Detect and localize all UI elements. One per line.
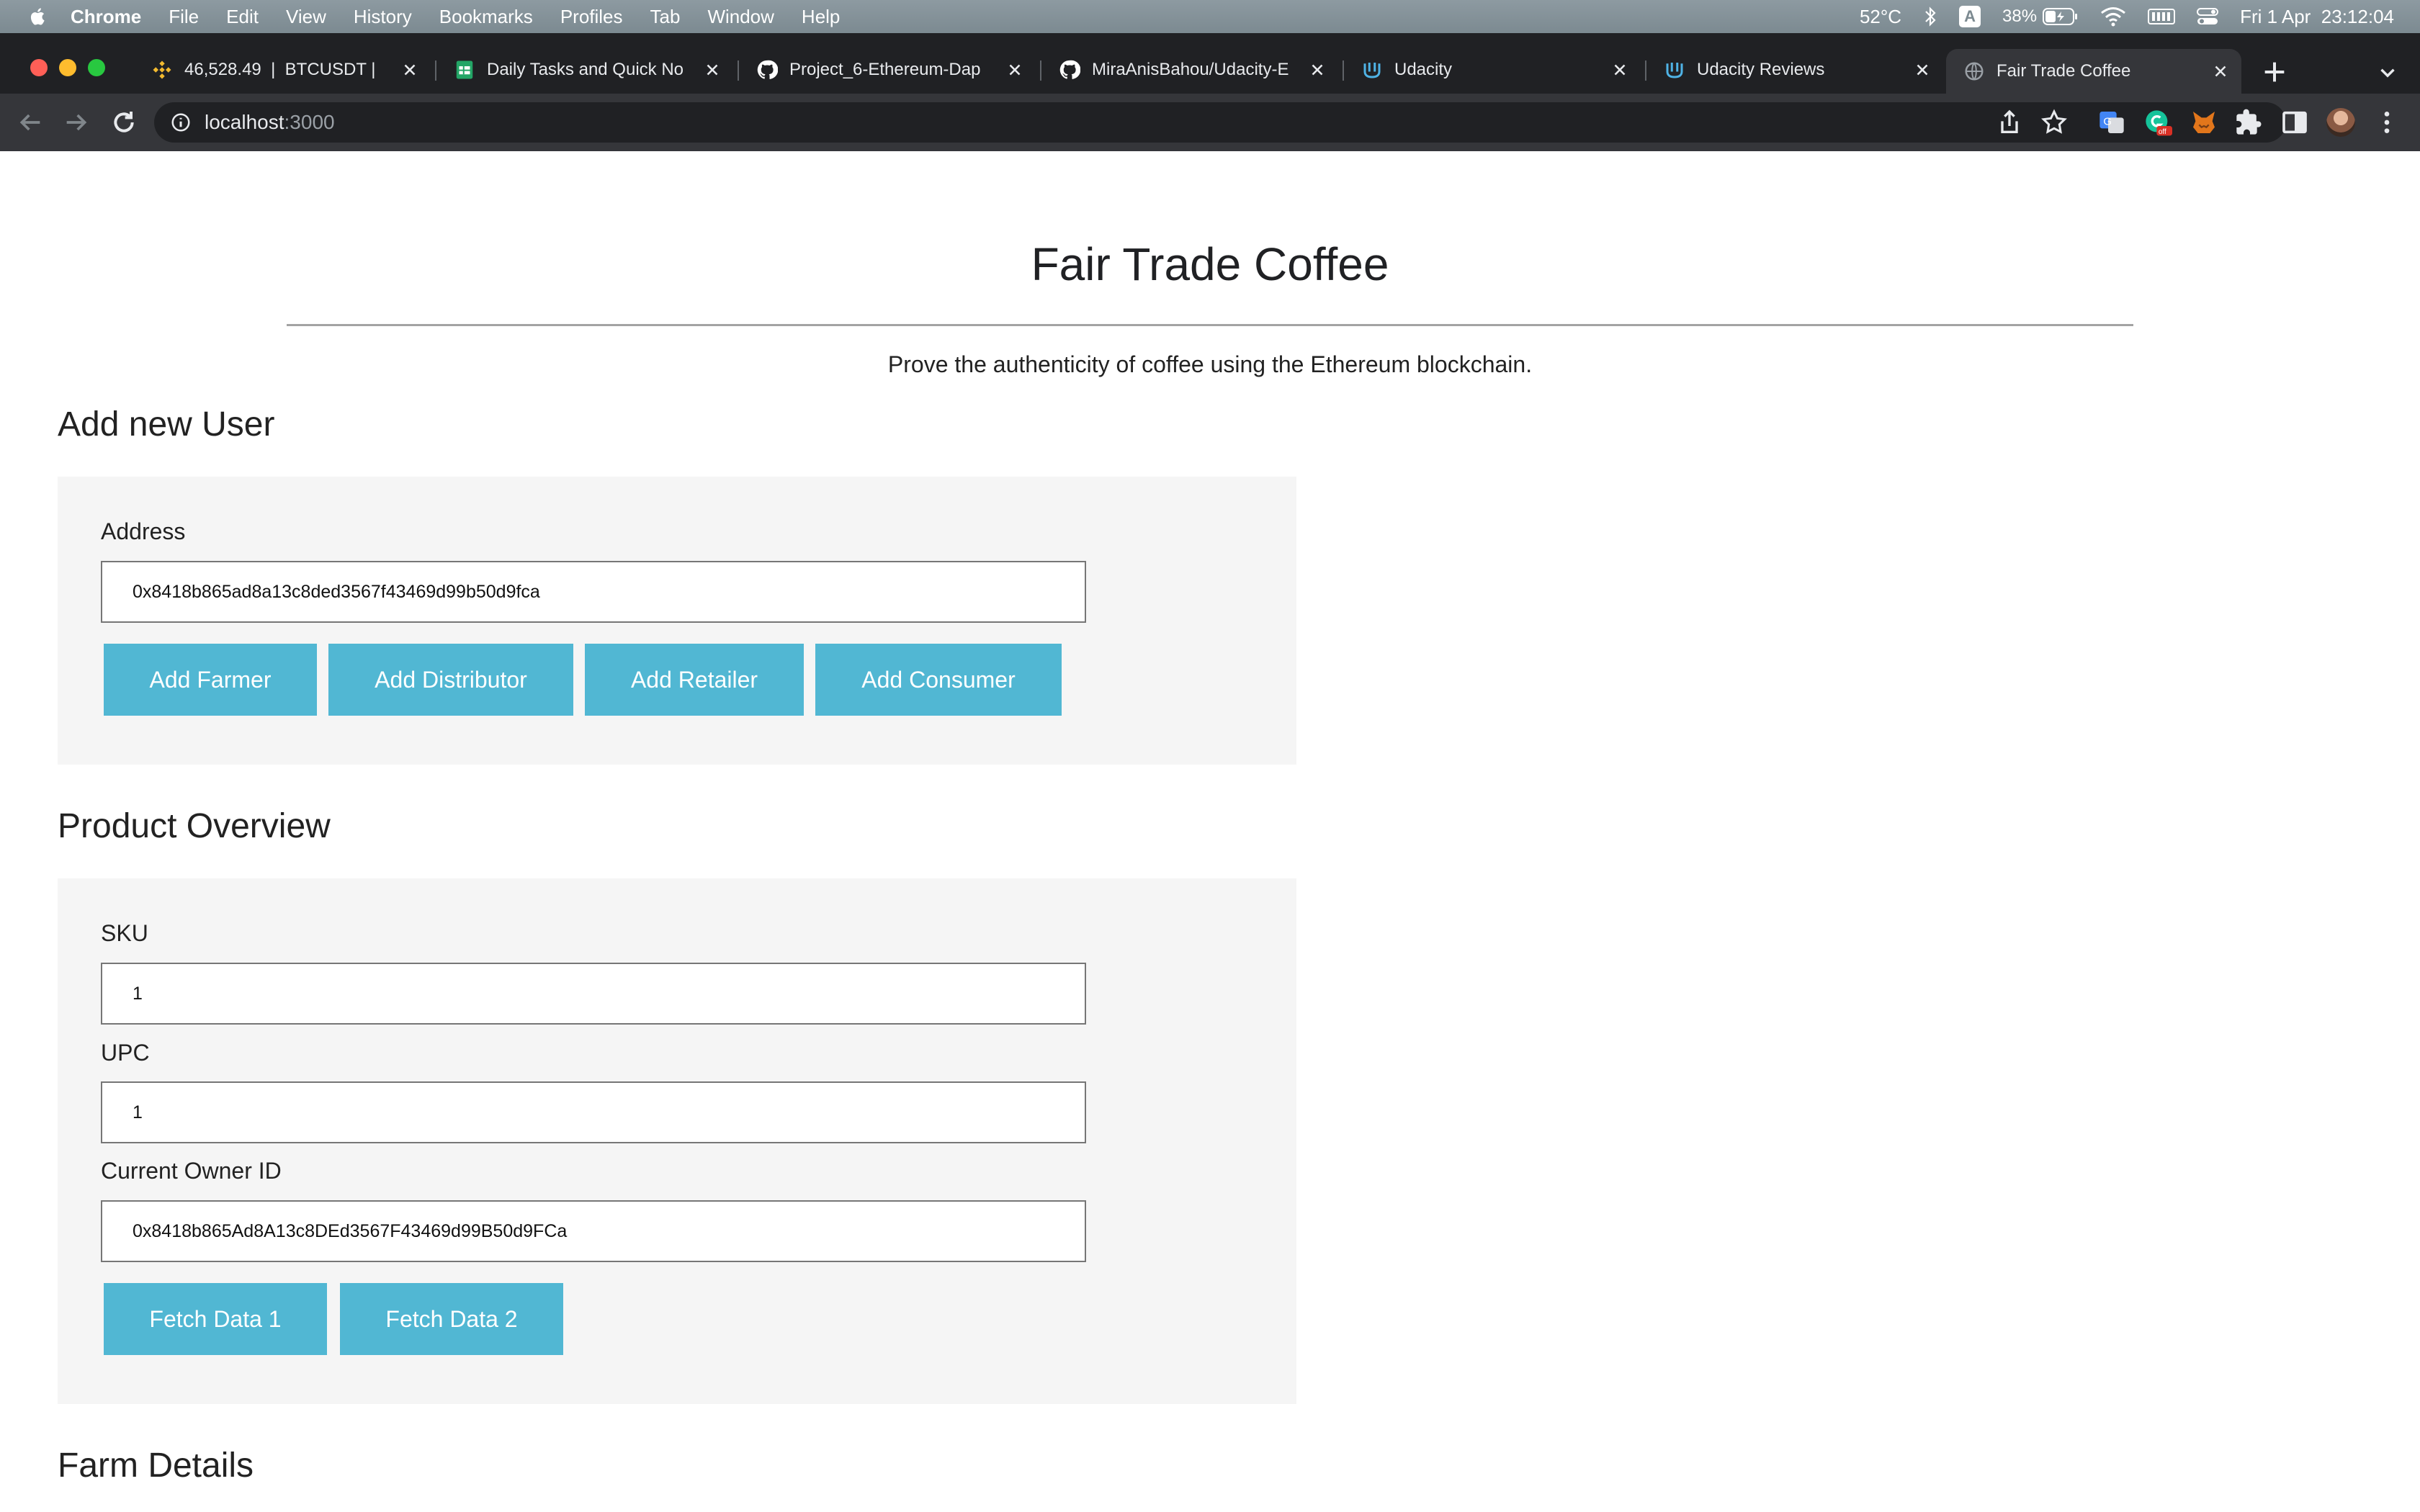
upc-label: UPC xyxy=(101,1040,150,1066)
address-bar[interactable]: localhost :3000 xyxy=(154,102,2286,143)
wifi-icon[interactable] xyxy=(2100,6,2126,27)
globe-icon xyxy=(1965,62,1984,81)
url-host: localhost xyxy=(205,111,284,133)
new-tab-icon[interactable] xyxy=(2260,58,2289,86)
fetch-data-2-button[interactable]: Fetch Data 2 xyxy=(340,1283,563,1355)
menu-edit[interactable]: Edit xyxy=(226,6,259,28)
sheets-icon xyxy=(456,60,473,79)
tab-title: Fair Trade Coffee xyxy=(1996,61,2131,81)
browser-toolbar: localhost :3000 G off xyxy=(0,94,2420,153)
close-window-button[interactable] xyxy=(30,59,48,76)
battery-percent: 38% xyxy=(2002,6,2038,26)
site-info-icon[interactable] xyxy=(170,112,192,133)
menu-view[interactable]: View xyxy=(286,6,326,28)
memory-status-icon[interactable] xyxy=(2148,7,2176,26)
tab-udacity[interactable]: Udacity xyxy=(1344,49,1641,91)
back-arrow-icon[interactable] xyxy=(16,108,45,137)
extensions-puzzle-icon[interactable] xyxy=(2234,108,2263,137)
farm-details-heading: Farm Details xyxy=(58,1446,254,1485)
menu-file[interactable]: File xyxy=(169,6,199,28)
product-overview-heading: Product Overview xyxy=(58,807,331,845)
tab-udacity-reviews[interactable]: Udacity Reviews xyxy=(1646,49,1943,91)
zoom-window-button[interactable] xyxy=(88,59,105,76)
window-controls xyxy=(30,59,105,76)
battery-icon xyxy=(2043,8,2078,25)
translate-extension-icon[interactable]: G xyxy=(2097,108,2126,137)
add-farmer-button[interactable]: Add Farmer xyxy=(104,644,317,716)
github-icon xyxy=(1059,60,1080,79)
close-tab-icon[interactable] xyxy=(1913,60,1932,79)
control-center-icon[interactable] xyxy=(2197,6,2219,27)
tab-title: 46,528.49 | BTCUSDT | xyxy=(184,60,376,79)
page-tagline: Prove the authenticity of coffee using t… xyxy=(887,351,1533,377)
close-tab-icon[interactable] xyxy=(703,60,722,79)
udacity-icon xyxy=(1363,63,1381,78)
tab-title: Project_6-Ethereum-Dap xyxy=(789,60,981,79)
profile-avatar[interactable] xyxy=(2326,108,2355,137)
tab-title: MiraAnisBahou/Udacity-E xyxy=(1092,60,1289,79)
bookmark-star-icon[interactable] xyxy=(2040,108,2069,137)
menu-bookmarks[interactable]: Bookmarks xyxy=(439,6,533,28)
tab-fair-trade-coffee[interactable]: Fair Trade Coffee xyxy=(1946,49,2241,94)
clock[interactable]: Fri 1 Apr 23:12:04 xyxy=(2240,6,2394,28)
close-tab-icon[interactable] xyxy=(2211,62,2230,81)
minimize-window-button[interactable] xyxy=(59,59,76,76)
fetch-data-1-button[interactable]: Fetch Data 1 xyxy=(104,1283,327,1355)
grammarly-extension-icon[interactable]: off xyxy=(2143,108,2172,137)
binance-icon xyxy=(153,60,171,79)
add-user-heading: Add new User xyxy=(58,405,275,444)
reload-icon[interactable] xyxy=(109,108,138,137)
browser-tab-strip: 46,528.49 | BTCUSDT | Daily Tasks and Qu… xyxy=(0,33,2420,94)
forward-arrow-icon[interactable] xyxy=(62,108,91,137)
upc-input[interactable] xyxy=(101,1081,1086,1143)
bluetooth-icon[interactable] xyxy=(1923,6,1937,27)
github-icon xyxy=(757,60,778,79)
address-label: Address xyxy=(101,518,186,544)
url-port: :3000 xyxy=(284,111,335,133)
apple-icon[interactable] xyxy=(27,6,49,27)
tab-title: Udacity xyxy=(1394,60,1453,79)
sku-input[interactable] xyxy=(101,963,1086,1025)
svg-text:G: G xyxy=(2103,115,2112,127)
menu-tab[interactable]: Tab xyxy=(650,6,681,28)
tab-btcusdt[interactable]: 46,528.49 | BTCUSDT | xyxy=(134,49,431,91)
menu-window[interactable]: Window xyxy=(707,6,774,28)
add-retailer-button[interactable]: Add Retailer xyxy=(585,644,804,716)
tab-title: Daily Tasks and Quick No xyxy=(487,60,684,79)
current-owner-id-label: Current Owner ID xyxy=(101,1158,282,1184)
tab-project6-github[interactable]: Project_6-Ethereum-Dap xyxy=(739,49,1036,91)
page-title: Fair Trade Coffee xyxy=(1031,238,1389,290)
current-owner-id-input[interactable] xyxy=(101,1200,1086,1262)
sku-label: SKU xyxy=(101,920,148,946)
menu-help[interactable]: Help xyxy=(802,6,840,28)
add-consumer-button[interactable]: Add Consumer xyxy=(815,644,1062,716)
tab-search-chevron-down-icon[interactable] xyxy=(2375,60,2400,85)
svg-text:off: off xyxy=(2159,128,2166,136)
temperature-status[interactable]: 52°C xyxy=(1860,6,1901,28)
tab-udacity-repo-github[interactable]: MiraAnisBahou/Udacity-E xyxy=(1041,49,1338,91)
share-icon[interactable] xyxy=(1995,108,2024,137)
close-tab-icon[interactable] xyxy=(1610,60,1629,79)
macos-menu-bar: Chrome File Edit View History Bookmarks … xyxy=(0,0,2420,33)
metamask-fox-icon[interactable] xyxy=(2190,108,2218,137)
address-input[interactable] xyxy=(101,561,1086,623)
close-tab-icon[interactable] xyxy=(1005,60,1024,79)
close-tab-icon[interactable] xyxy=(400,60,419,79)
battery-status[interactable]: 38% xyxy=(2002,6,2079,27)
menu-profiles[interactable]: Profiles xyxy=(560,6,623,28)
close-tab-icon[interactable] xyxy=(1308,60,1327,79)
title-divider xyxy=(287,324,2133,326)
udacity-icon xyxy=(1666,63,1683,78)
web-page: Fair Trade Coffee Prove the authenticity… xyxy=(0,151,2420,1512)
tab-title: Udacity Reviews xyxy=(1697,60,1825,79)
kebab-menu-icon[interactable] xyxy=(2372,108,2401,137)
side-panel-icon[interactable] xyxy=(2280,108,2309,137)
add-distributor-button[interactable]: Add Distributor xyxy=(328,644,573,716)
menu-history[interactable]: History xyxy=(354,6,412,28)
tab-daily-tasks[interactable]: Daily Tasks and Quick No xyxy=(436,49,733,91)
keyboard-input-indicator[interactable]: A xyxy=(1959,6,1981,27)
menu-app-name[interactable]: Chrome xyxy=(71,6,141,28)
